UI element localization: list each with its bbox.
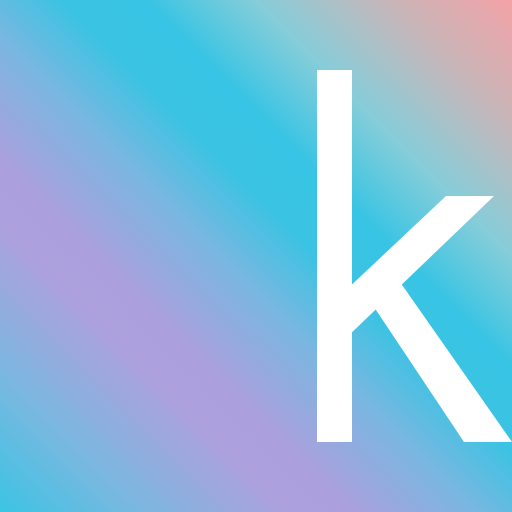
letter-k-logo — [300, 70, 512, 442]
app-icon-canvas — [0, 0, 512, 512]
letter-k-glyph — [317, 70, 512, 442]
